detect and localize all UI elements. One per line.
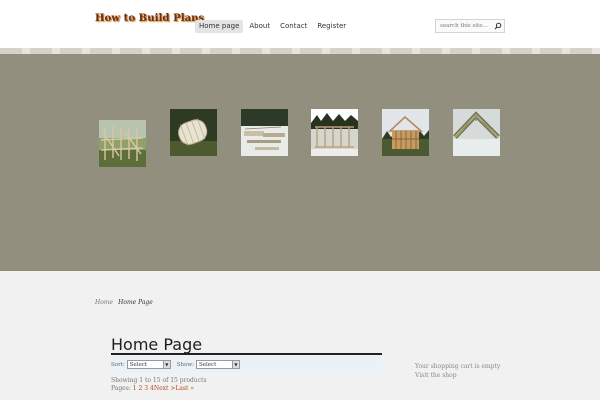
chevron-down-icon: ▼ bbox=[231, 361, 239, 368]
site-header: How to Build Plans Home page About Conta… bbox=[0, 0, 600, 50]
thumbnail-lumber-on-snow[interactable] bbox=[241, 109, 288, 156]
visit-shop-link[interactable]: Visit the shop bbox=[415, 371, 500, 380]
breadcrumb: Home Home Page bbox=[95, 299, 153, 306]
last-page-link[interactable]: Last » bbox=[175, 385, 194, 392]
nav-item-contact[interactable]: Contact bbox=[276, 20, 311, 33]
next-page-link[interactable]: Next > bbox=[154, 385, 176, 392]
page-link-1[interactable]: 1 bbox=[133, 385, 137, 392]
thumbnail-roof-truss[interactable] bbox=[453, 109, 500, 156]
shopping-cart-widget: Your shopping cart is empty Visit the sh… bbox=[415, 362, 500, 380]
thumbnail-timber-scaffold[interactable] bbox=[99, 120, 146, 167]
show-select[interactable]: Select ▼ bbox=[195, 360, 240, 369]
product-filter-bar: Sort: Select ▼ Show: Select ▼ bbox=[111, 356, 382, 373]
search-input[interactable] bbox=[436, 20, 492, 32]
pagination: Pages: 1 2 3 4Next >Last » bbox=[111, 385, 194, 392]
page-title: Home Page bbox=[111, 335, 203, 354]
show-select-value: Select bbox=[198, 361, 217, 368]
breadcrumb-current: Home Page bbox=[118, 299, 153, 306]
page-link-3[interactable]: 3 bbox=[144, 385, 148, 392]
banner bbox=[0, 54, 600, 271]
sort-select-value: Select bbox=[129, 361, 148, 368]
page-link-2[interactable]: 2 bbox=[139, 385, 143, 392]
cart-status: Your shopping cart is empty bbox=[415, 363, 501, 370]
breadcrumb-home-link[interactable]: Home bbox=[95, 299, 113, 306]
search-icon bbox=[494, 22, 502, 30]
sort-select[interactable]: Select ▼ bbox=[126, 360, 171, 369]
nav-item-home[interactable]: Home page bbox=[195, 20, 244, 33]
title-divider bbox=[111, 353, 382, 355]
nav-item-about[interactable]: About bbox=[245, 20, 274, 33]
main-nav: Home page About Contact Register bbox=[195, 20, 352, 33]
nav-item-register[interactable]: Register bbox=[313, 20, 350, 33]
chevron-down-icon: ▼ bbox=[162, 361, 170, 368]
thumbnail-wall-framing[interactable] bbox=[311, 109, 358, 156]
thumbnail-house-frame[interactable] bbox=[382, 109, 429, 156]
results-count: Showing 1 to 15 of 15 products bbox=[111, 377, 207, 384]
show-label: Show: bbox=[176, 361, 194, 368]
search-button[interactable] bbox=[492, 20, 504, 32]
site-logo[interactable]: How to Build Plans bbox=[95, 13, 204, 24]
thumbnail-log-cabin-kit[interactable] bbox=[170, 109, 217, 156]
pagination-label: Pages: bbox=[111, 385, 131, 392]
sort-label: Sort: bbox=[111, 361, 125, 368]
search-box bbox=[435, 19, 505, 33]
